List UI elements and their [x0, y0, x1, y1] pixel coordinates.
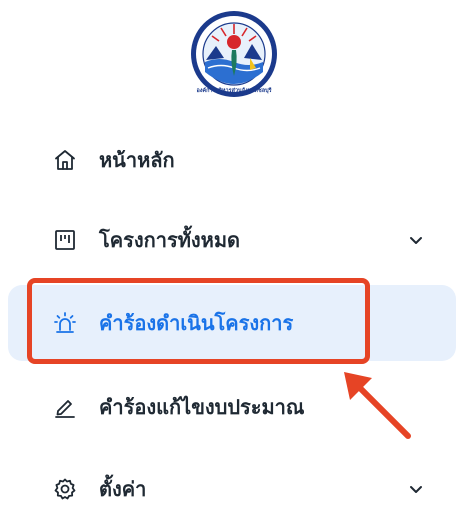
nav-item-all-projects-label: โครงการทั้งหมด	[99, 228, 241, 252]
nav-item-budget-requests-label: คำร้องแก้ไขงบประมาณ	[99, 395, 305, 419]
chevron-down-icon[interactable]	[406, 479, 426, 499]
chevron-down-icon[interactable]	[406, 230, 426, 250]
siren-alert-icon	[52, 310, 78, 336]
nav-item-settings[interactable]: ตั้งค่า	[8, 451, 456, 527]
logo-text: องค์การบริหารส่วนจังหวัดชลบุรี	[196, 87, 271, 94]
nav-item-home-label: หน้าหลัก	[99, 148, 175, 172]
nav-item-settings-label: ตั้งค่า	[99, 477, 147, 501]
pencil-edit-icon	[52, 394, 78, 420]
nav-item-home[interactable]: หน้าหลัก	[8, 122, 456, 198]
kanban-board-icon	[52, 227, 78, 253]
nav-item-project-requests[interactable]: คำร้องดำเนินโครงการ	[8, 285, 456, 361]
nav-item-budget-requests[interactable]: คำร้องแก้ไขงบประมาณ	[8, 369, 456, 445]
home-icon	[52, 147, 78, 173]
nav-item-all-projects[interactable]: โครงการทั้งหมด	[8, 202, 456, 278]
nav-item-project-requests-label: คำร้องดำเนินโครงการ	[99, 311, 294, 335]
gear-icon	[52, 476, 78, 502]
organization-logo: องค์การบริหารส่วนจังหวัดชลบุรี	[188, 10, 280, 98]
